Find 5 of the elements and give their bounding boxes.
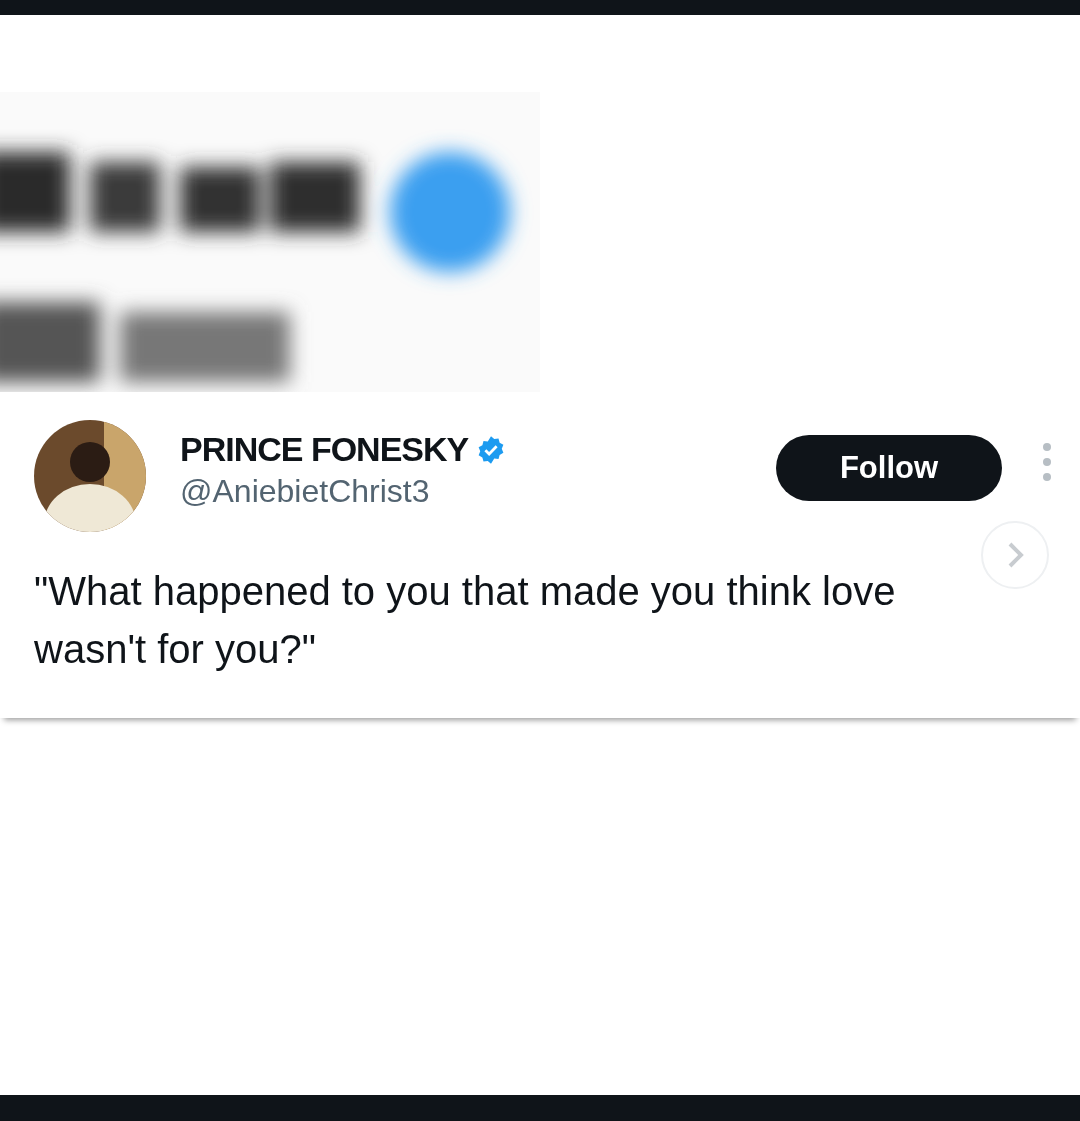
user-handle: @AniebietChrist3 xyxy=(180,473,431,510)
more-options-icon[interactable] xyxy=(1042,442,1052,482)
tweet-text: "What happened to you that made you think love wasn't for you?" xyxy=(34,568,897,673)
follow-button[interactable]: Follow xyxy=(776,435,1002,501)
display-name: PRINCE FONESKY xyxy=(180,430,469,469)
